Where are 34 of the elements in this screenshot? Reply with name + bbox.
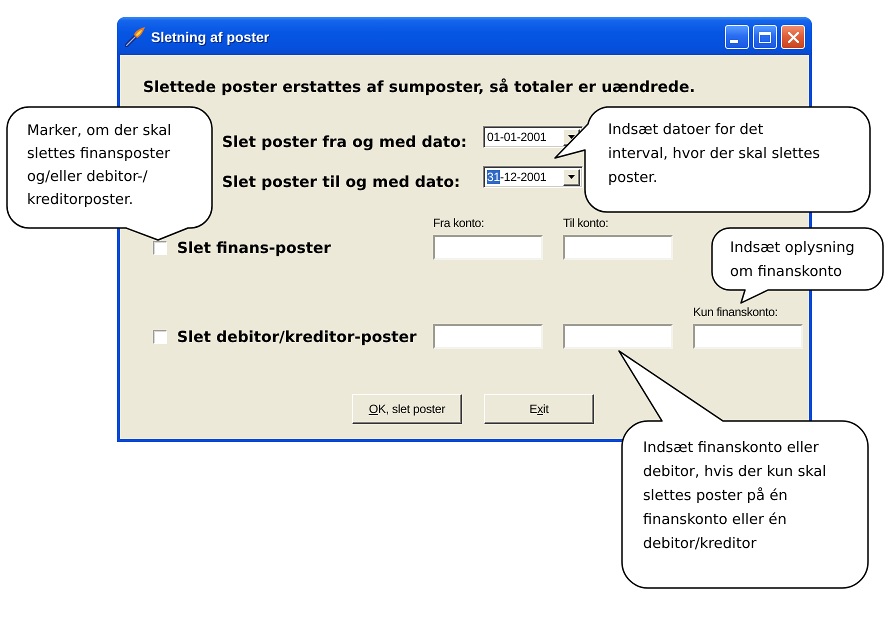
text-field[interactable] [563, 235, 673, 260]
callout-text: Indsæt oplysning om finanskonto [730, 239, 855, 282]
close-button[interactable] [781, 25, 805, 49]
close-icon [788, 32, 798, 42]
text-field[interactable] [433, 235, 543, 260]
date-label: Slet poster fra og med dato: [222, 132, 468, 152]
checkbox[interactable] [153, 240, 167, 254]
caret-icon [568, 175, 575, 179]
intro-text: Slettede poster erstattes af sumposter, så totaler er uændrede. [143, 77, 696, 97]
minimize-icon [730, 40, 738, 43]
dialog-button[interactable]: OK, slet poster [352, 394, 462, 424]
callout-text: Indsæt datoer for det interval, hvor der skal slettes poster. [608, 121, 820, 188]
field-label: Fra konto: [433, 216, 486, 231]
maximize-icon [759, 32, 771, 42]
text-field[interactable] [563, 324, 673, 349]
date-label: Slet poster til og med dato: [222, 172, 462, 192]
field-label: Til konto: [563, 216, 610, 231]
dialog-button[interactable]: Exit [484, 394, 594, 424]
text-field[interactable] [693, 324, 803, 349]
dropdown-button[interactable] [563, 168, 580, 186]
field-label: Kun finanskonto: [693, 305, 779, 320]
date-picker[interactable]: 01-01-2001 [483, 126, 583, 148]
window-title: Sletning af poster [151, 29, 270, 45]
maximize-button[interactable] [753, 25, 777, 49]
checkbox-label[interactable]: Slet finans-poster [177, 238, 331, 256]
callout-text: Indsæt finanskonto eller debitor, hvis der kun skal slettes poster på én finanskonto eller én debitor/kreditor [643, 439, 826, 554]
minimize-button[interactable] [725, 25, 749, 49]
text-field[interactable] [433, 324, 543, 349]
callout-text: Marker, om der skal slettes finansposter og/eller debitor-/ kreditorposter. [27, 122, 172, 210]
date-picker[interactable]: 31-12-2001 [483, 166, 583, 188]
checkbox[interactable] [153, 330, 167, 344]
torch-icon [125, 27, 145, 47]
checkbox-label[interactable]: Slet debitor/kreditor-poster [177, 328, 417, 346]
caret-icon [568, 135, 575, 139]
